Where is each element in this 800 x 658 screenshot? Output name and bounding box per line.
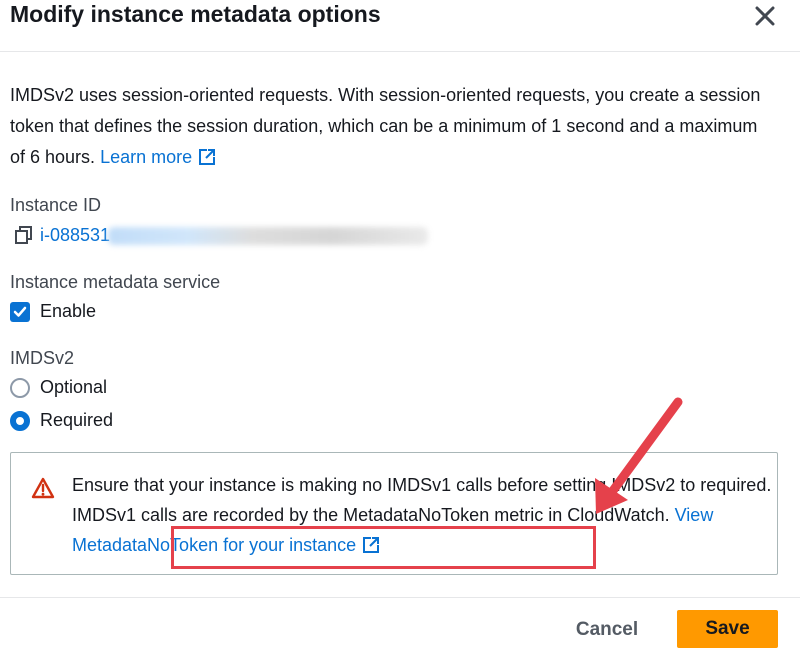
learn-more-label: Learn more xyxy=(100,147,193,167)
save-button[interactable]: Save xyxy=(677,610,778,648)
cancel-button[interactable]: Cancel xyxy=(566,615,648,645)
close-icon xyxy=(755,6,775,26)
radio-required[interactable] xyxy=(10,410,30,431)
enable-checkbox[interactable] xyxy=(10,301,30,322)
external-link-icon xyxy=(199,149,216,165)
warning-alert: Ensure that your instance is making no I… xyxy=(10,452,778,575)
instance-id-label: Instance ID xyxy=(10,195,102,215)
enable-label: Enable xyxy=(40,301,97,321)
check-icon xyxy=(13,306,27,317)
copy-icon[interactable] xyxy=(14,225,34,245)
instance-id-link[interactable]: i-088531 xyxy=(40,225,110,246)
metadata-service-label: Instance metadata service xyxy=(10,272,221,292)
modify-metadata-modal: Modify instance metadata options IMDSv2 … xyxy=(0,0,800,658)
modal-header: Modify instance metadata options xyxy=(0,0,800,52)
description-text: IMDSv2 uses session-oriented requests. W… xyxy=(10,80,770,173)
imdsv2-label: IMDSv2 xyxy=(10,348,75,368)
required-label: Required xyxy=(40,410,114,430)
radio-optional-row[interactable]: Optional xyxy=(10,377,107,398)
enable-checkbox-row[interactable]: Enable xyxy=(10,301,96,322)
learn-more-link[interactable]: Learn more xyxy=(100,147,216,167)
instance-id-row: i-088531 xyxy=(14,222,110,248)
modal-title: Modify instance metadata options xyxy=(10,1,381,27)
warning-icon xyxy=(31,477,55,499)
close-button[interactable] xyxy=(748,2,782,30)
radio-required-row[interactable]: Required xyxy=(10,410,113,431)
alert-text: Ensure that your instance is making no I… xyxy=(72,470,772,560)
alert-message: Ensure that your instance is making no I… xyxy=(72,475,772,525)
optional-label: Optional xyxy=(40,377,108,397)
radio-optional[interactable] xyxy=(10,377,30,398)
external-link-icon xyxy=(363,537,380,553)
redacted-instance-id xyxy=(108,227,428,245)
